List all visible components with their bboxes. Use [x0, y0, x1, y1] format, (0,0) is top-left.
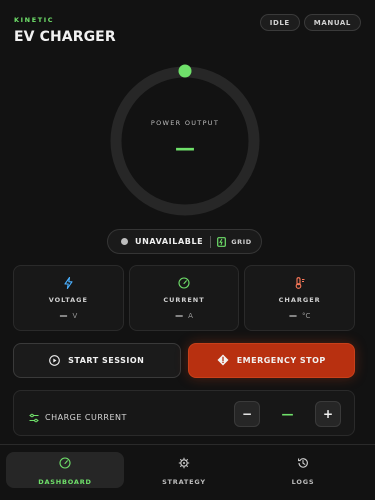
play-icon — [49, 351, 60, 370]
gauge-knob[interactable] — [178, 64, 192, 78]
current-card: CURRENT — A — [128, 265, 240, 331]
history-icon — [297, 454, 309, 473]
power-output-gauge: POWER OUTPUT — — [108, 64, 262, 218]
tab-dashboard-label: DASHBOARD — [38, 478, 92, 486]
charger-temp-card: CHARGER — °C — [244, 265, 356, 331]
tab-strategy-label: STRATEGY — [162, 478, 206, 486]
charger-label: CHARGER — [278, 296, 321, 304]
strategy-icon — [178, 454, 190, 473]
connection-status: UNAVAILABLE GRID — [107, 229, 262, 254]
voltage-card: VOLTAGE — V — [13, 265, 124, 331]
manual-pill[interactable]: MANUAL — [303, 14, 361, 31]
warning-icon — [217, 351, 229, 370]
gauge-label: POWER OUTPUT — [150, 119, 220, 127]
emergency-stop-button[interactable]: EMERGENCY STOP — [187, 343, 355, 378]
tab-strategy[interactable]: STRATEGY — [125, 452, 243, 488]
tab-logs-label: LOGS — [291, 478, 315, 486]
charge-current-title: CHARGE CURRENT — [29, 408, 127, 427]
start-session-button[interactable]: START SESSION — [13, 343, 181, 378]
header: KINETIC EV CHARGER IDLE MANUAL — [14, 14, 361, 50]
status-dot — [121, 238, 128, 245]
increase-button[interactable]: + — [315, 401, 341, 427]
lightning-icon — [14, 277, 123, 289]
decrease-button[interactable]: − — [234, 401, 260, 427]
tab-dashboard[interactable]: DASHBOARD — [6, 452, 124, 488]
thermometer-icon — [245, 277, 354, 289]
actions-row: START SESSION EMERGENCY STOP — [13, 343, 355, 378]
current-value: — A — [175, 311, 193, 320]
charge-current-label: CHARGE CURRENT — [45, 413, 127, 422]
emergency-stop-label: EMERGENCY STOP — [236, 356, 326, 365]
brand-label: KINETIC — [14, 16, 55, 24]
gauge-value: — — [175, 136, 195, 160]
bottom-tab-bar: DASHBOARD STRATEGY LOGS — [0, 444, 375, 500]
voltage-value: — V — [59, 311, 78, 320]
charge-current-stepper: − — + — [234, 401, 341, 427]
tab-logs[interactable]: LOGS — [244, 452, 362, 488]
start-session-label: START SESSION — [68, 356, 145, 365]
metrics-row: VOLTAGE — V CURRENT — A CHARGER — °C — [13, 265, 356, 331]
sliders-icon — [29, 408, 39, 427]
idle-pill: IDLE — [259, 14, 300, 31]
current-label: CURRENT — [163, 296, 205, 304]
charge-current-value: — — [281, 407, 294, 421]
grid-icon — [217, 236, 227, 247]
voltage-label: VOLTAGE — [48, 296, 88, 304]
status-divider — [210, 235, 212, 248]
status-text: UNAVAILABLE — [135, 237, 204, 246]
page-title: EV CHARGER — [14, 29, 116, 45]
charger-value: — °C — [288, 311, 311, 320]
grid-label: GRID — [231, 237, 252, 246]
dashboard-icon — [59, 454, 71, 473]
charge-current-panel: CHARGE CURRENT − — + — [13, 390, 355, 436]
gauge-icon — [130, 277, 239, 289]
status-pills: IDLE MANUAL — [259, 14, 361, 31]
